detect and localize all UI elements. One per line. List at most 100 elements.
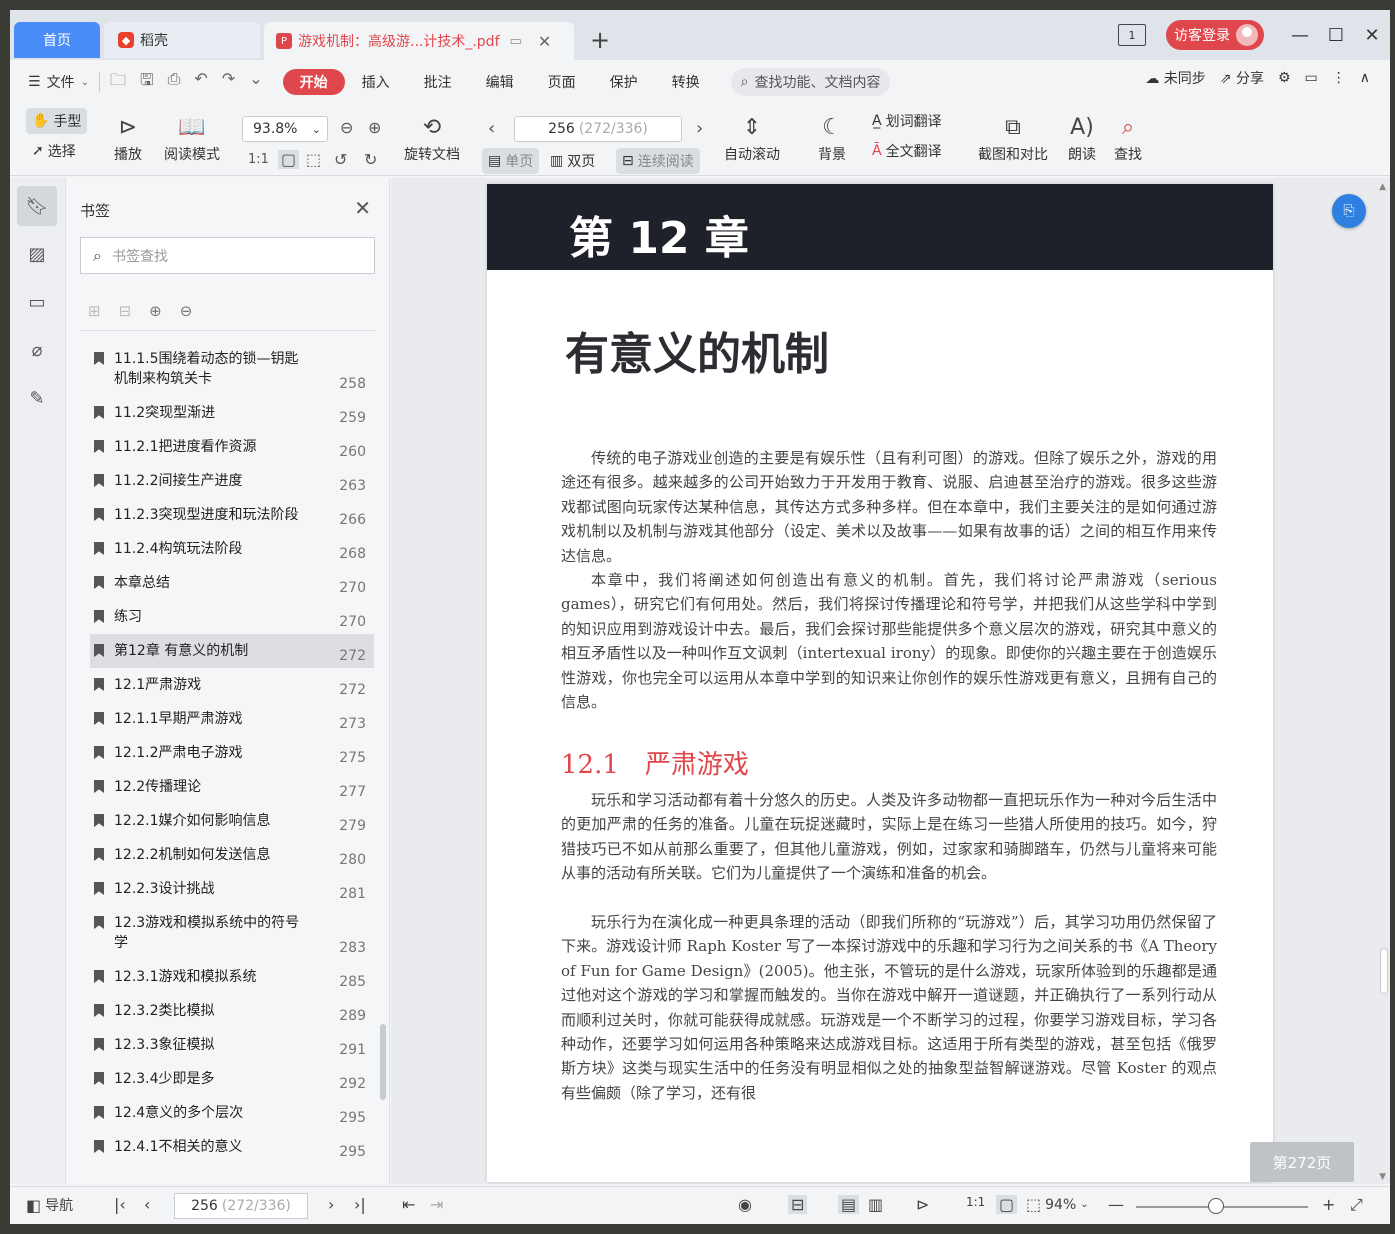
- bookmark-item[interactable]: 12.2传播理论 277: [90, 770, 374, 804]
- file-menu[interactable]: ☰ 文件 ⌄: [28, 72, 89, 92]
- collapse-all-icon[interactable]: ⊟: [119, 302, 132, 320]
- bookmark-item[interactable]: 12.4.1不相关的意义 295: [90, 1130, 374, 1164]
- fullscreen-icon[interactable]: ⤢: [1350, 1195, 1363, 1215]
- bookmark-item[interactable]: 12.3.4少即是多 292: [90, 1062, 374, 1096]
- close-tab-icon[interactable]: ✕: [538, 32, 551, 51]
- signature-icon[interactable]: ✎: [17, 378, 57, 418]
- print-icon[interactable]: ⎙: [168, 69, 181, 96]
- screenshot-compare-button[interactable]: ⧉ 截图和对比: [978, 110, 1048, 164]
- comment-icon[interactable]: ▭: [1305, 70, 1318, 86]
- bookmark-item[interactable]: 11.2.2间接生产进度 263: [90, 464, 374, 498]
- monitor-icon[interactable]: ▭: [510, 34, 522, 49]
- ribbon-tab-page[interactable]: 页面: [531, 69, 593, 95]
- bookmark-icon[interactable]: 🔖︎: [17, 186, 57, 226]
- save-icon[interactable]: 🖫: [140, 69, 154, 96]
- status-page-input[interactable]: 256 (272/336): [174, 1193, 308, 1219]
- zoom-select[interactable]: ⬚ 94% ⌄: [1026, 1195, 1089, 1214]
- bookmark-item[interactable]: 本章总结 270: [90, 566, 374, 600]
- tab-pdf-document[interactable]: P 游戏机制：高级游...计技术_.pdf ▭ ✕: [264, 22, 574, 60]
- word-translate-button[interactable]: A̲ 划词翻译: [866, 108, 948, 134]
- rotate-left-icon[interactable]: ↺: [334, 150, 347, 169]
- bookmark-item[interactable]: 12.1.2严肃电子游戏 275: [90, 736, 374, 770]
- navigation-button[interactable]: ◧ 导航: [26, 1195, 73, 1215]
- expand-all-icon[interactable]: ⊞: [88, 302, 101, 320]
- ribbon-tab-protect[interactable]: 保护: [593, 69, 655, 95]
- rotate-document-button[interactable]: ⟲ 旋转文档: [404, 110, 460, 164]
- bookmark-item[interactable]: 12.2.2机制如何发送信息 280: [90, 838, 374, 872]
- last-page-icon[interactable]: ›|: [354, 1195, 366, 1214]
- minimize-icon[interactable]: —: [1282, 25, 1318, 46]
- bookmark-item[interactable]: 练习 270: [90, 600, 374, 634]
- scroll-up-icon[interactable]: ▲: [1379, 182, 1386, 192]
- bookmark-item[interactable]: 12.3.3象征模拟 291: [90, 1028, 374, 1062]
- back-icon[interactable]: ⇤: [402, 1195, 415, 1214]
- new-tab-icon[interactable]: +: [590, 26, 610, 54]
- bookmark-item[interactable]: 11.2.1把进度看作资源 260: [90, 430, 374, 464]
- bookmark-item[interactable]: 12.1严肃游戏 272: [90, 668, 374, 702]
- single-page-button[interactable]: ▤ 单页: [482, 148, 540, 174]
- close-window-icon[interactable]: ✕: [1354, 25, 1390, 46]
- thumbnail-icon[interactable]: ▨: [17, 234, 57, 274]
- fit-page-icon[interactable]: ▢: [996, 1195, 1018, 1214]
- fit-page-icon[interactable]: ▢: [278, 150, 300, 169]
- bookmark-item[interactable]: 12.2.3设计挑战 281: [90, 872, 374, 906]
- zoom-out-icon[interactable]: —: [1108, 1195, 1124, 1214]
- play-icon[interactable]: ⊳: [916, 1195, 929, 1214]
- actual-size-icon[interactable]: 1:1: [966, 1195, 985, 1209]
- maximize-icon[interactable]: ☐: [1318, 25, 1354, 46]
- read-mode-button[interactable]: 📖 阅读模式: [164, 110, 220, 164]
- ribbon-tab-start[interactable]: 开始: [282, 69, 345, 95]
- find-button[interactable]: ⌕ 查找: [1114, 110, 1142, 164]
- bookmark-item[interactable]: 12.2.1媒介如何影响信息 279: [90, 804, 374, 838]
- document-scrollbar[interactable]: [1380, 948, 1388, 994]
- prev-page-icon[interactable]: ‹: [144, 1195, 150, 1214]
- bookmark-item[interactable]: 11.1.5围绕着动态的锁—钥匙机制来构筑关卡 258: [90, 342, 374, 396]
- bookmark-item[interactable]: 12.4意义的多个层次 295: [90, 1096, 374, 1130]
- settings-icon[interactable]: ⚙: [1278, 70, 1291, 86]
- bookmark-item[interactable]: 11.2.4构筑玩法阶段 268: [90, 532, 374, 566]
- next-page-icon[interactable]: ›: [696, 118, 703, 139]
- continuous-read-button[interactable]: ⊟ 连续阅读: [616, 148, 700, 174]
- next-page-icon[interactable]: ›: [328, 1195, 334, 1214]
- zoom-slider-handle[interactable]: [1208, 1198, 1224, 1214]
- ribbon-tab-insert[interactable]: 插入: [345, 69, 407, 95]
- sync-button[interactable]: ☁ 未同步: [1145, 68, 1205, 88]
- double-page-button[interactable]: ▥ 双页: [544, 148, 601, 174]
- double-view-icon[interactable]: ▥: [868, 1195, 883, 1214]
- collapse-ribbon-icon[interactable]: ∧: [1360, 70, 1370, 86]
- add-bookmark-icon[interactable]: ⊕: [149, 302, 162, 320]
- tab-home[interactable]: 首页: [14, 22, 100, 58]
- attachment-icon[interactable]: ⌀: [17, 330, 57, 370]
- bookmark-item-selected[interactable]: 第12章 有意义的机制 272: [90, 634, 374, 668]
- single-view-icon[interactable]: ▤: [838, 1195, 860, 1214]
- remove-bookmark-icon[interactable]: ⊖: [180, 302, 193, 320]
- actual-size-icon[interactable]: 1:1: [248, 152, 269, 167]
- comment-icon[interactable]: ▭: [17, 282, 57, 322]
- play-button[interactable]: ⊳ 播放: [114, 110, 142, 164]
- hand-tool-button[interactable]: ✋ 手型: [26, 108, 88, 134]
- background-button[interactable]: ☾ 背景: [818, 110, 846, 164]
- undo-icon[interactable]: ↶: [194, 69, 207, 96]
- customize-icon[interactable]: ⌄: [249, 69, 262, 96]
- zoom-select[interactable]: 93.8% ⌄: [242, 116, 328, 142]
- panel-scrollbar[interactable]: [380, 1024, 386, 1100]
- feature-search-input[interactable]: ⌕ 查找功能、文档内容: [730, 68, 891, 96]
- first-page-icon[interactable]: |‹: [114, 1195, 126, 1214]
- zoom-in-icon[interactable]: ⊕: [368, 118, 381, 137]
- prev-page-icon[interactable]: ‹: [488, 118, 495, 139]
- rotate-right-icon[interactable]: ↻: [364, 150, 377, 169]
- ribbon-tab-annotate[interactable]: 批注: [407, 69, 469, 95]
- bookmark-item[interactable]: 11.2.3突现型进度和玩法阶段 266: [90, 498, 374, 532]
- bookmark-search-input[interactable]: ⌕ 书签查找: [80, 237, 375, 274]
- auto-scroll-button[interactable]: ⇕ 自动滚动: [724, 110, 780, 164]
- continuous-view-icon[interactable]: ⊟: [788, 1195, 808, 1214]
- zoom-out-icon[interactable]: ⊖: [340, 118, 353, 137]
- ribbon-tab-convert[interactable]: 转换: [655, 69, 717, 95]
- float-tool-icon[interactable]: ⎘: [1332, 194, 1366, 228]
- more-icon[interactable]: ⋮: [1332, 70, 1346, 86]
- forward-icon[interactable]: ⇥: [430, 1195, 443, 1214]
- read-aloud-button[interactable]: A) 朗读: [1068, 110, 1096, 164]
- share-button[interactable]: ⇗ 分享: [1220, 68, 1264, 88]
- full-translate-button[interactable]: Ā 全文翻译: [866, 138, 948, 164]
- fit-width-icon[interactable]: ⬚: [306, 150, 321, 169]
